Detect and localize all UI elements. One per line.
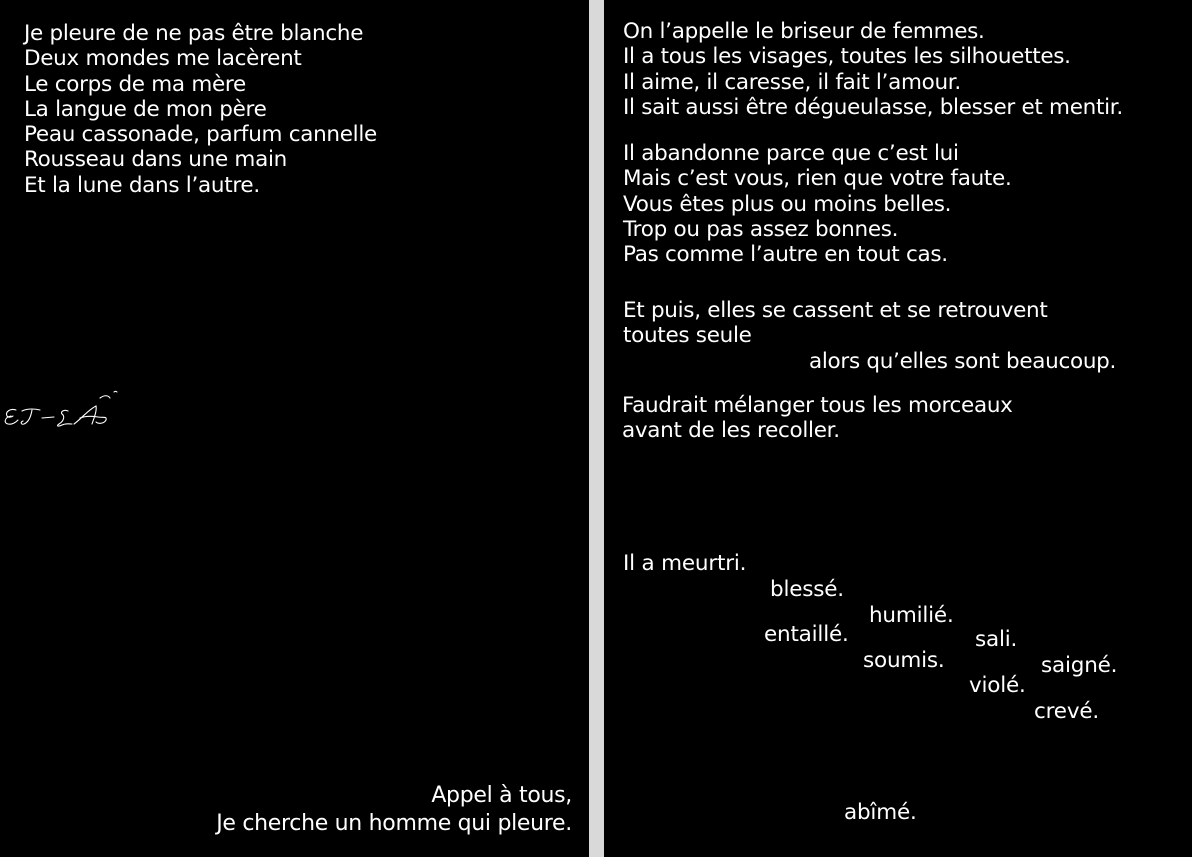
word-soumis: soumis.	[863, 648, 945, 673]
word-viole: violé.	[969, 673, 1026, 698]
stanza-2: Il abandonne parce que c’est lui Mais c’…	[623, 141, 1012, 267]
poem-line: Trop ou pas assez bonnes.	[623, 216, 899, 242]
poem-line: Il a tous les visages, toutes les silhou…	[623, 44, 1071, 70]
left-page: Je pleure de ne pas être blanche Deux mo…	[0, 0, 589, 857]
closing-line: Je cherche un homme qui pleure.	[216, 811, 572, 836]
poem-line: Vous êtes plus ou moins belles.	[623, 191, 952, 217]
poem-line: Et la lune dans l’autre.	[24, 172, 260, 198]
left-poem: Je pleure de ne pas être blanche Deux mo…	[24, 21, 377, 198]
poem-line: Le corps de ma mère	[24, 71, 246, 97]
poem-line: Pas comme l’autre en tout cas.	[623, 242, 948, 268]
poem-line: Il aime, il caresse, il fait l’amour.	[623, 69, 961, 95]
poem-line: alors qu’elles sont beaucoup.	[809, 348, 1117, 374]
poem-line: Il sait aussi être dégueulasse, blesser …	[623, 94, 1123, 120]
word-saigne: saigné.	[1041, 653, 1118, 678]
poem-line: Il abandonne parce que c’est lui	[623, 141, 959, 166]
poem-line: On l’appelle le briseur de femmes.	[623, 19, 985, 44]
word-abime: abîmé.	[844, 800, 917, 825]
right-page: On l’appelle le briseur de femmes. Il a …	[604, 0, 1192, 857]
signature-logo	[4, 390, 118, 427]
word-humilie: humilié.	[869, 603, 954, 628]
word-creve: crevé.	[1034, 699, 1100, 724]
word-blesse: blessé.	[770, 577, 844, 602]
poem-line: Rousseau dans une main	[24, 147, 287, 173]
poem-line: Faudrait mélanger tous les morceaux	[622, 393, 1013, 418]
word-sali: sali.	[975, 627, 1018, 652]
poem-line: Je pleure de ne pas être blanche	[24, 21, 364, 46]
closing-lines: Appel à tous, Je cherche un homme qui pl…	[216, 782, 572, 838]
poem-line: Mais c’est vous, rien que votre faute.	[623, 166, 1012, 192]
stanza-1: On l’appelle le briseur de femmes. Il a …	[623, 19, 1123, 120]
poem-line: La langue de mon père	[24, 96, 267, 122]
poem-line: Peau cassonade, parfum cannelle	[24, 122, 377, 148]
poem-line: avant de les recoller.	[622, 418, 840, 444]
word-entaille: entaillé.	[764, 622, 849, 647]
word-meurtri: Il a meurtri.	[623, 551, 747, 576]
stanza-4: Faudrait mélanger tous les morceaux avan…	[622, 393, 1013, 444]
poem-line: toutes seule	[623, 323, 752, 349]
closing-line: Appel à tous,	[431, 783, 572, 808]
poem-line: Et puis, elles se cassent et se retrouve…	[623, 298, 1048, 323]
poem-line: Deux mondes me lacèrent	[24, 46, 302, 72]
stanza-3: Et puis, elles se cassent et se retrouve…	[623, 298, 1116, 374]
